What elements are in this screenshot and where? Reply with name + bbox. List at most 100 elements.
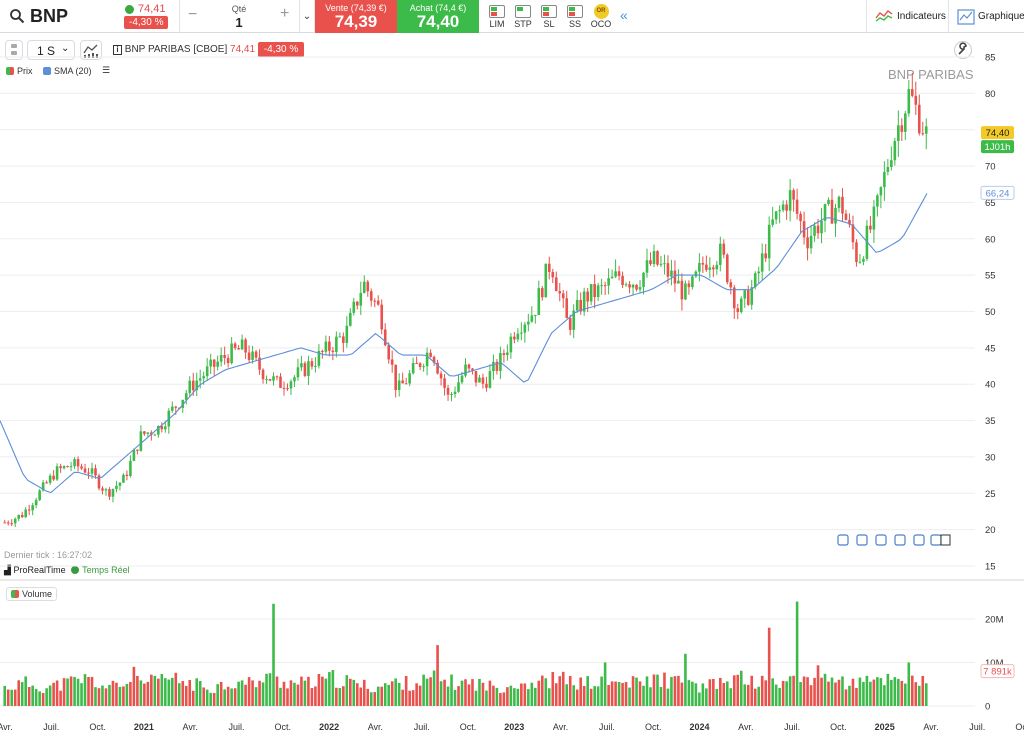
candle	[38, 490, 41, 501]
volume-bar	[59, 690, 62, 706]
volume-bar	[746, 684, 750, 706]
indicators-button[interactable]: Indicateurs	[866, 0, 948, 33]
candle	[219, 355, 223, 362]
volume-bar	[359, 687, 363, 706]
time-tick-label: 2024	[689, 722, 709, 732]
volume-bar	[31, 685, 34, 706]
change-badge: -4,30 %	[124, 16, 169, 29]
candle	[10, 523, 14, 525]
search-icon[interactable]	[9, 8, 25, 24]
candle	[237, 348, 240, 350]
volume-axis: 20M10M0	[985, 615, 1004, 713]
volume-bar	[247, 677, 251, 706]
volume-bar	[115, 682, 118, 706]
volume-bar	[523, 683, 527, 706]
candle	[869, 225, 872, 230]
candle	[561, 293, 565, 299]
order-oco-button[interactable]: OR OCO	[588, 2, 614, 29]
volume-bar	[94, 687, 97, 706]
news-icon	[856, 534, 868, 546]
volume-bar	[743, 684, 747, 706]
news-icons[interactable]	[837, 534, 951, 546]
volume-bar	[565, 684, 569, 706]
volume-bar	[729, 688, 733, 706]
volume-bar	[69, 676, 73, 706]
sell-button[interactable]: Vente (74,39 €) 74,39	[315, 0, 397, 33]
volume-bar	[652, 674, 656, 706]
candle	[513, 336, 516, 340]
candle	[799, 213, 802, 222]
candle	[55, 466, 59, 480]
qty-increment-button[interactable]: +	[280, 5, 289, 23]
candle	[303, 363, 307, 376]
volume-bar	[917, 685, 921, 706]
volume-bar	[848, 685, 851, 706]
candle	[3, 522, 7, 524]
candle	[338, 336, 342, 338]
candle	[94, 468, 97, 476]
order-stp-button[interactable]: STP	[510, 2, 536, 29]
volume-bar	[411, 690, 415, 706]
volume-bar	[771, 678, 774, 706]
volume-bar	[233, 688, 237, 706]
candle	[254, 351, 258, 358]
candle	[876, 195, 879, 207]
volume-bar	[254, 687, 258, 706]
candle	[87, 472, 90, 474]
volume-bar	[122, 686, 125, 706]
time-tick-label: 2022	[319, 722, 339, 732]
candle	[534, 314, 537, 316]
candle	[858, 261, 862, 263]
candle	[652, 251, 656, 265]
volume-bar	[904, 683, 907, 706]
volume-bar	[506, 687, 509, 706]
buy-button[interactable]: Achat (74,4 €) 74,40	[397, 0, 479, 33]
candle	[335, 336, 338, 353]
time-tick-label: Avr.	[553, 722, 568, 732]
price-chart[interactable]: 858075706560555045403530252015 20M10M0 A…	[0, 34, 1024, 733]
volume-bar	[478, 678, 481, 706]
quantity-stepper[interactable]: − Qté 1 +	[180, 0, 300, 33]
qty-dropdown-icon[interactable]: ⌄	[300, 0, 315, 33]
order-lim-button[interactable]: LIM	[484, 2, 510, 29]
volume-bar	[97, 688, 101, 706]
volume-bar	[345, 675, 349, 706]
order-ss-button[interactable]: SS	[562, 2, 588, 29]
volume-bar	[104, 688, 108, 706]
volume-bar	[191, 690, 195, 706]
candle	[136, 449, 139, 451]
volume-bar	[355, 683, 359, 706]
symbol-search[interactable]: BNP 74,41 -4,30 %	[0, 0, 180, 33]
volume-bar	[767, 627, 771, 706]
volume-bar	[226, 686, 230, 706]
sell-price: 74,39	[334, 12, 378, 31]
candle	[443, 378, 446, 388]
volume-bar	[712, 678, 715, 706]
volume-bar	[170, 677, 174, 706]
symbol-name[interactable]: BNP	[30, 6, 68, 27]
volume-bar	[830, 677, 834, 706]
volume-bar	[401, 689, 404, 706]
sma-line	[0, 193, 928, 494]
volume-bar	[453, 689, 457, 706]
candle	[603, 285, 607, 287]
stop-order-icon	[515, 5, 531, 18]
candle	[352, 301, 356, 313]
stop-limit-icon	[541, 5, 557, 18]
candle	[488, 371, 492, 388]
candle	[890, 160, 893, 168]
volume-bar	[366, 688, 370, 706]
candle	[230, 343, 233, 364]
volume-bar	[488, 680, 492, 706]
collapse-panel-icon[interactable]: «	[620, 7, 628, 23]
order-sl-button[interactable]: SL	[536, 2, 562, 29]
volume-bar	[635, 677, 638, 706]
candle	[547, 263, 551, 272]
candle	[174, 406, 178, 408]
candle	[712, 267, 715, 270]
time-tick-label: Juil.	[599, 722, 615, 732]
candle	[261, 369, 265, 380]
price-tick-label: 80	[985, 89, 996, 100]
graph-settings-button[interactable]: Graphique	[948, 0, 1024, 33]
candle	[558, 291, 562, 294]
